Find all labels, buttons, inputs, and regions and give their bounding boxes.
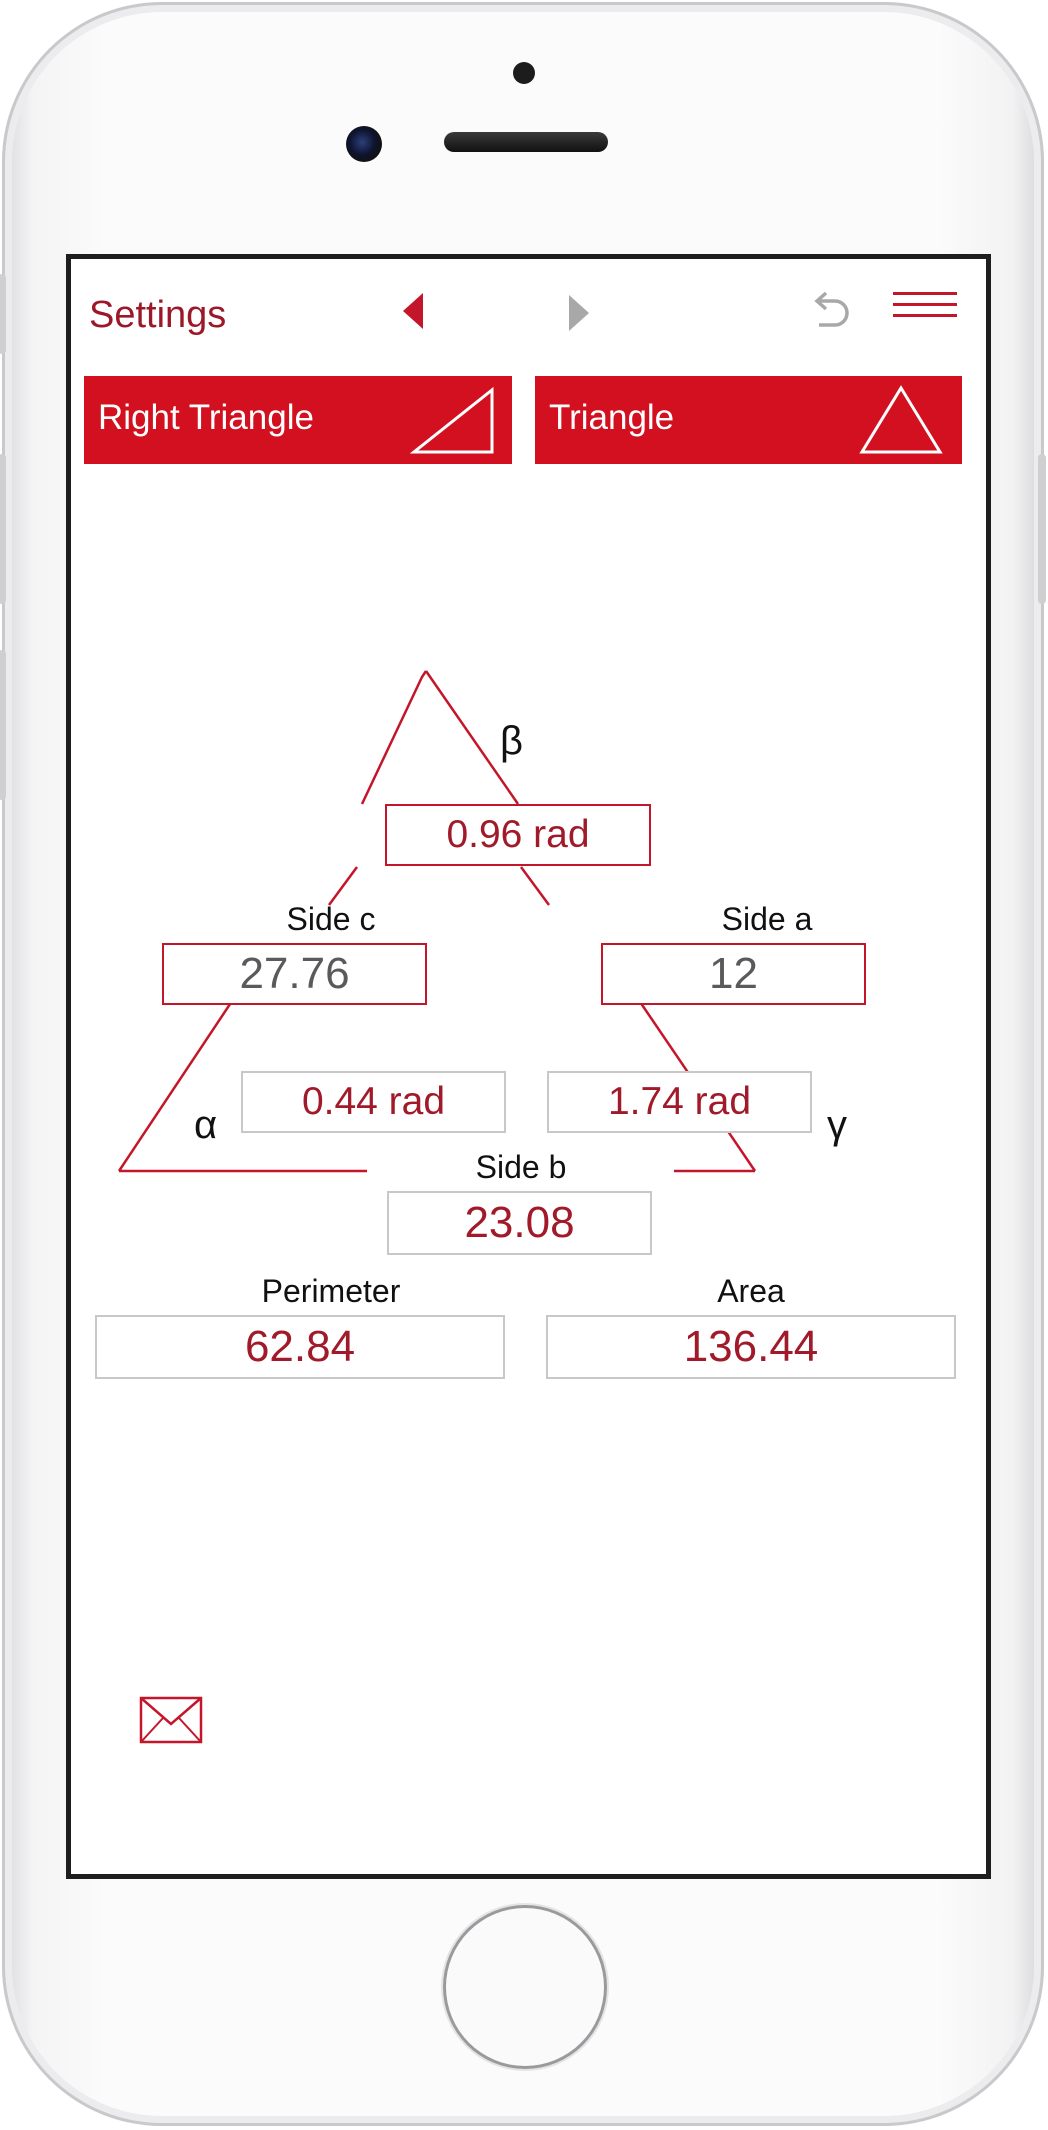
proximity-sensor (513, 62, 535, 84)
gamma-angle-field[interactable]: 1.74 rad (547, 1071, 812, 1133)
side-c-label: Side c (286, 901, 376, 937)
alpha-angle-field[interactable]: 0.44 rad (241, 1071, 506, 1133)
area-field: 136.44 (546, 1315, 956, 1379)
perimeter-label: Perimeter (261, 1273, 401, 1309)
power-button (1038, 454, 1046, 604)
earpiece-speaker (444, 132, 608, 152)
gamma-symbol: γ (827, 1103, 847, 1147)
area-label: Area (717, 1273, 785, 1309)
perimeter-field: 62.84 (95, 1315, 505, 1379)
side-a-label: Side a (721, 901, 813, 937)
beta-angle-field[interactable]: 0.96 rad (385, 804, 651, 866)
front-camera (346, 126, 382, 162)
volume-up-button (0, 454, 6, 604)
side-b-field[interactable]: 23.08 (387, 1191, 652, 1255)
mail-icon[interactable] (139, 1696, 203, 1744)
home-button[interactable] (443, 1905, 607, 2069)
side-b-label: Side b (475, 1149, 567, 1185)
side-a-field[interactable]: 12 (601, 943, 866, 1005)
mute-switch (0, 274, 6, 354)
app-screen: Settings Right Triangle Triangle β 0.96 … (66, 254, 991, 1879)
triangle-diagram (117, 670, 757, 1173)
volume-down-button (0, 650, 6, 800)
beta-symbol: β (500, 719, 524, 763)
side-c-field[interactable]: 27.76 (162, 943, 427, 1005)
alpha-symbol: α (194, 1103, 218, 1147)
